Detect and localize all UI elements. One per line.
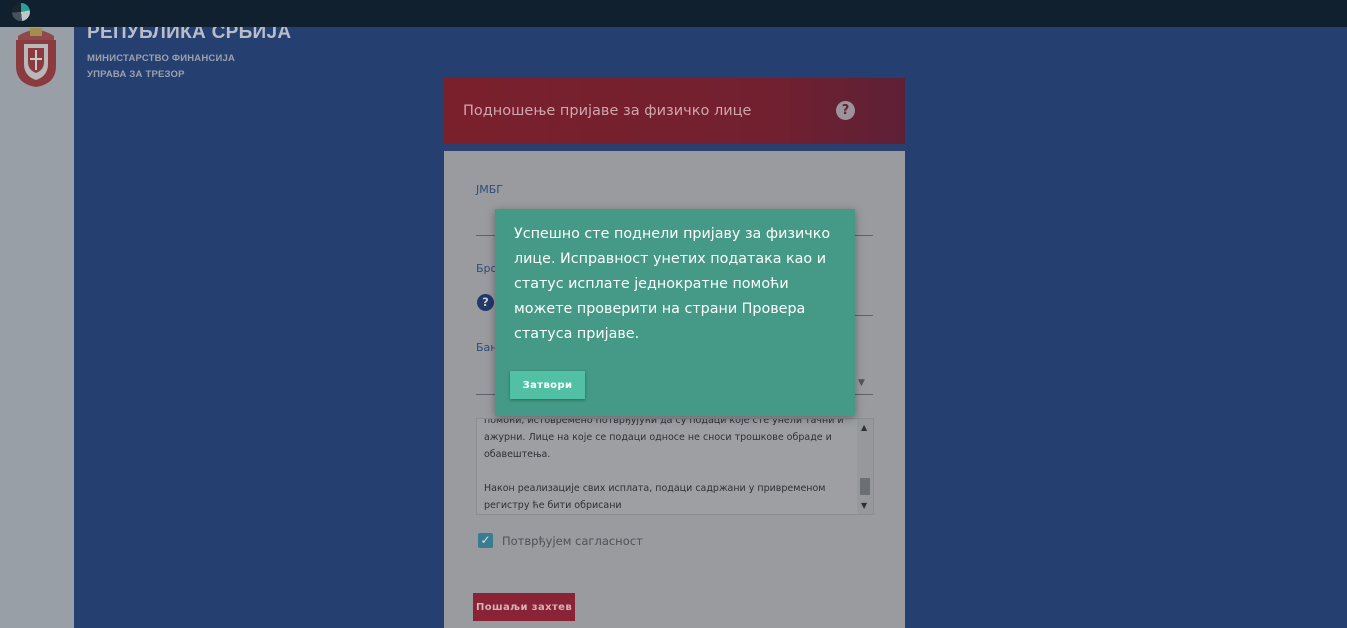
id-help-icon[interactable]: ? — [477, 294, 494, 311]
scroll-up-icon[interactable]: ▲ — [861, 423, 867, 432]
jmbg-label: ЈМБГ — [476, 183, 503, 196]
terms-line — [484, 463, 854, 480]
modal-message: Успешно сте поднели пријаву за физичко л… — [514, 226, 831, 342]
help-icon[interactable]: ? — [836, 101, 855, 120]
success-modal: Успешно сте поднели пријаву за физичко л… — [495, 209, 855, 416]
terms-line: помоћи, истовремено потврђујући да су по… — [484, 418, 844, 426]
scrollbar-thumb[interactable] — [860, 478, 870, 495]
office-label: УПРАВА ЗА ТРЕЗОР — [87, 69, 185, 80]
submit-button[interactable]: Пошаљи захтев — [473, 593, 575, 621]
card-header-divider — [444, 144, 905, 151]
left-sidebar — [0, 27, 74, 628]
card-header: Подношење пријаве за физичко лице ? — [444, 78, 905, 144]
terms-scrollbar[interactable]: ▲ ▼ — [857, 419, 873, 514]
consent-checkbox[interactable]: ✓ — [478, 533, 493, 548]
top-bar — [0, 0, 1347, 27]
close-button[interactable]: Затвори — [510, 371, 585, 399]
chevron-down-icon[interactable]: ▼ — [858, 378, 865, 388]
terms-line: Након реализације свих исплата, подаци с… — [484, 483, 826, 494]
terms-textarea[interactable]: помоћи, истовремено потврђујући да су по… — [476, 418, 874, 515]
ministry-label: МИНИСТАРСТВО ФИНАНСИЈА — [87, 53, 236, 64]
app-logo-icon — [12, 3, 30, 21]
scroll-down-icon[interactable]: ▼ — [861, 501, 867, 510]
card-title: Подношење пријаве за физичко лице — [463, 103, 752, 119]
terms-line: обавештења. — [484, 449, 551, 460]
serbian-coat-of-arms-icon — [16, 28, 56, 87]
terms-line: ажурни. Лице на које се подаци односе не… — [484, 432, 832, 443]
terms-text: помоћи, истовремено потврђујући да су по… — [484, 418, 854, 514]
terms-line: регистру ће бити обрисани — [484, 500, 622, 511]
consent-label: Потврђујем сагласност — [502, 534, 643, 548]
